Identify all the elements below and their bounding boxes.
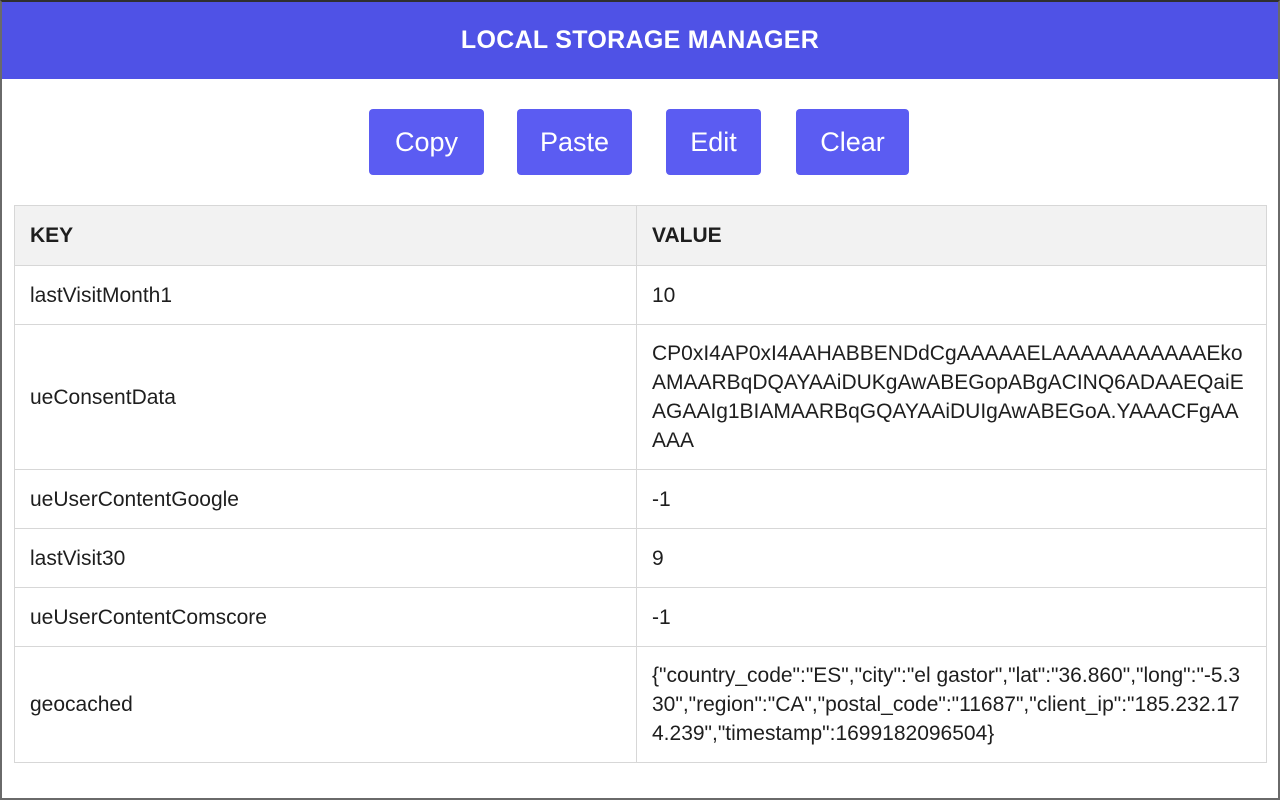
row-key[interactable]: ueUserContentComscore (15, 588, 637, 647)
storage-table-container: KEY VALUE lastVisitMonth1 10 ueConsentDa… (14, 205, 1266, 763)
row-value[interactable]: CP0xI4AP0xI4AAHABBENDdCgAAAAAELAAAAAAAAA… (637, 325, 1267, 470)
row-key[interactable]: geocached (15, 647, 637, 763)
edit-button[interactable]: Edit (666, 109, 761, 175)
column-header-key: KEY (15, 206, 637, 266)
row-key[interactable]: ueUserContentGoogle (15, 470, 637, 529)
row-value[interactable]: 10 (637, 266, 1267, 325)
storage-table: KEY VALUE lastVisitMonth1 10 ueConsentDa… (14, 205, 1267, 763)
extension-window: LOCAL STORAGE MANAGER Copy Paste Edit Cl… (0, 0, 1280, 800)
app-header: LOCAL STORAGE MANAGER (2, 2, 1278, 79)
row-value[interactable]: -1 (637, 588, 1267, 647)
clear-button[interactable]: Clear (796, 109, 909, 175)
row-value[interactable]: -1 (637, 470, 1267, 529)
table-row[interactable]: ueUserContentGoogle -1 (15, 470, 1267, 529)
table-row[interactable]: ueUserContentComscore -1 (15, 588, 1267, 647)
table-row[interactable]: lastVisitMonth1 10 (15, 266, 1267, 325)
table-header-row: KEY VALUE (15, 206, 1267, 266)
app-title: LOCAL STORAGE MANAGER (461, 26, 819, 55)
column-header-value: VALUE (637, 206, 1267, 266)
row-value[interactable]: {"country_code":"ES","city":"el gastor",… (637, 647, 1267, 763)
paste-button[interactable]: Paste (517, 109, 632, 175)
table-row[interactable]: ueConsentData CP0xI4AP0xI4AAHABBENDdCgAA… (15, 325, 1267, 470)
table-row[interactable]: geocached {"country_code":"ES","city":"e… (15, 647, 1267, 763)
copy-button[interactable]: Copy (369, 109, 484, 175)
toolbar: Copy Paste Edit Clear (2, 109, 1278, 175)
row-key[interactable]: ueConsentData (15, 325, 637, 470)
row-value[interactable]: 9 (637, 529, 1267, 588)
table-row[interactable]: lastVisit30 9 (15, 529, 1267, 588)
row-key[interactable]: lastVisitMonth1 (15, 266, 637, 325)
row-key[interactable]: lastVisit30 (15, 529, 637, 588)
